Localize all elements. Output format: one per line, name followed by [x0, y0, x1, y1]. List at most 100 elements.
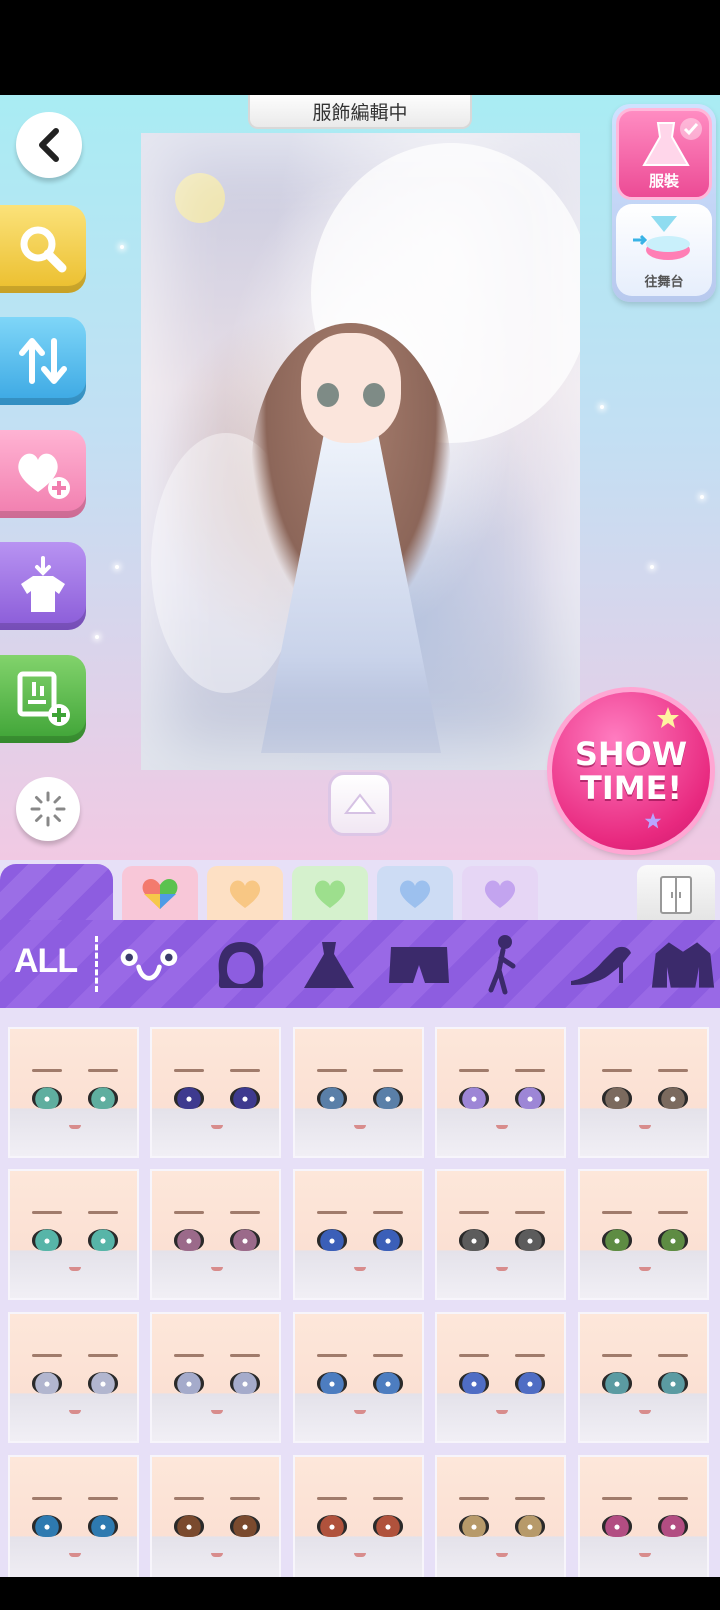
- face-item-tile[interactable]: [150, 1027, 281, 1158]
- color-filter-purple[interactable]: [462, 866, 538, 922]
- add-slot-button[interactable]: [0, 655, 86, 743]
- eye: [658, 1515, 688, 1537]
- category-bottoms[interactable]: [386, 938, 452, 992]
- face-item-tile[interactable]: [435, 1312, 566, 1443]
- sort-icon: [19, 338, 67, 384]
- frame-plus-icon: [17, 671, 70, 726]
- mouth: [639, 1267, 651, 1271]
- eye: [32, 1515, 62, 1537]
- mouth: [211, 1410, 223, 1414]
- eye: [32, 1372, 62, 1394]
- category-pose[interactable]: [470, 935, 536, 995]
- all-category-tab[interactable]: ALL: [14, 942, 78, 981]
- eye: [515, 1229, 545, 1251]
- eyebrow: [373, 1069, 403, 1072]
- heart-icon: [314, 880, 346, 908]
- effects-button[interactable]: [16, 777, 80, 841]
- item-grid: [8, 1010, 712, 1610]
- eye: [602, 1515, 632, 1537]
- color-filter-multi[interactable]: [122, 866, 198, 922]
- face-item-tile[interactable]: [293, 1169, 424, 1300]
- eyebrow: [459, 1069, 489, 1072]
- artwork-glow: [141, 133, 580, 770]
- mouth: [496, 1125, 508, 1129]
- all-color-tab[interactable]: [0, 864, 113, 924]
- wear-outfit-button[interactable]: [0, 542, 86, 630]
- face-item-tile[interactable]: [8, 1312, 139, 1443]
- category-hair[interactable]: [208, 938, 274, 992]
- face-item-tile[interactable]: [293, 1027, 424, 1158]
- add-favorite-button[interactable]: [0, 430, 86, 518]
- face-item-tile[interactable]: [293, 1312, 424, 1443]
- costume-mode-button[interactable]: 服裝: [616, 108, 712, 200]
- stage-mode-button[interactable]: 往舞台: [616, 204, 712, 296]
- mouth: [211, 1553, 223, 1557]
- color-filter-orange[interactable]: [207, 866, 283, 922]
- eye: [459, 1515, 489, 1537]
- face-item-tile[interactable]: [578, 1169, 709, 1300]
- back-button[interactable]: [16, 112, 82, 178]
- category-coat[interactable]: [650, 938, 716, 992]
- face-item-tile[interactable]: [150, 1455, 281, 1586]
- face-item-tile[interactable]: [150, 1169, 281, 1300]
- closet-button[interactable]: [637, 865, 715, 925]
- eyebrow: [658, 1211, 688, 1214]
- category-shoes[interactable]: [568, 938, 634, 992]
- face-item-tile[interactable]: [8, 1455, 139, 1586]
- eye: [174, 1515, 204, 1537]
- face-item-tile[interactable]: [578, 1312, 709, 1443]
- face-item-tile[interactable]: [293, 1455, 424, 1586]
- eye: [174, 1087, 204, 1109]
- face-item-tile[interactable]: [578, 1027, 709, 1158]
- face-item-tile[interactable]: [150, 1312, 281, 1443]
- eye: [515, 1515, 545, 1537]
- status-bar: [0, 0, 720, 95]
- eyebrow: [230, 1497, 260, 1500]
- sparkle-effect: [600, 405, 604, 409]
- mouth: [496, 1267, 508, 1271]
- eyebrow: [32, 1497, 62, 1500]
- eyebrow: [230, 1211, 260, 1214]
- eye: [88, 1515, 118, 1537]
- color-filter-green[interactable]: [292, 866, 368, 922]
- eye: [317, 1515, 347, 1537]
- navigation-bar: [0, 1577, 720, 1600]
- eyebrow: [515, 1211, 545, 1214]
- eyebrow: [32, 1069, 62, 1072]
- face-item-tile[interactable]: [435, 1169, 566, 1300]
- eyebrow: [174, 1069, 204, 1072]
- dress-icon: [304, 942, 354, 988]
- search-button[interactable]: [0, 205, 86, 293]
- face-item-tile[interactable]: [435, 1027, 566, 1158]
- eyebrow: [88, 1497, 118, 1500]
- mouth: [354, 1553, 366, 1557]
- eyebrow: [602, 1211, 632, 1214]
- character-artwork: [141, 133, 580, 770]
- eyebrow: [174, 1497, 204, 1500]
- showtime-button[interactable]: SHOW TIME!: [552, 692, 710, 850]
- eye: [317, 1229, 347, 1251]
- eyebrow: [317, 1069, 347, 1072]
- sparkle-burst-icon: [30, 791, 66, 827]
- eye: [174, 1229, 204, 1251]
- eye: [88, 1372, 118, 1394]
- face-item-tile[interactable]: [435, 1455, 566, 1586]
- face-item-tile[interactable]: [8, 1169, 139, 1300]
- color-filter-blue[interactable]: [377, 866, 453, 922]
- showtime-line1: SHOW: [574, 735, 688, 773]
- shorts-icon: [389, 947, 449, 983]
- eye: [317, 1372, 347, 1394]
- eyebrow: [230, 1354, 260, 1357]
- sort-button[interactable]: [0, 317, 86, 405]
- eye: [373, 1372, 403, 1394]
- category-face[interactable]: [116, 938, 182, 992]
- face-item-tile[interactable]: [578, 1455, 709, 1586]
- eye: [602, 1229, 632, 1251]
- heart-icon: [229, 880, 261, 908]
- face-icon: [120, 948, 178, 981]
- expand-button[interactable]: [328, 772, 392, 836]
- face-item-tile[interactable]: [8, 1027, 139, 1158]
- category-dress[interactable]: [296, 938, 362, 992]
- heart-icon: [484, 880, 516, 908]
- showtime-line2: TIME!: [579, 769, 683, 807]
